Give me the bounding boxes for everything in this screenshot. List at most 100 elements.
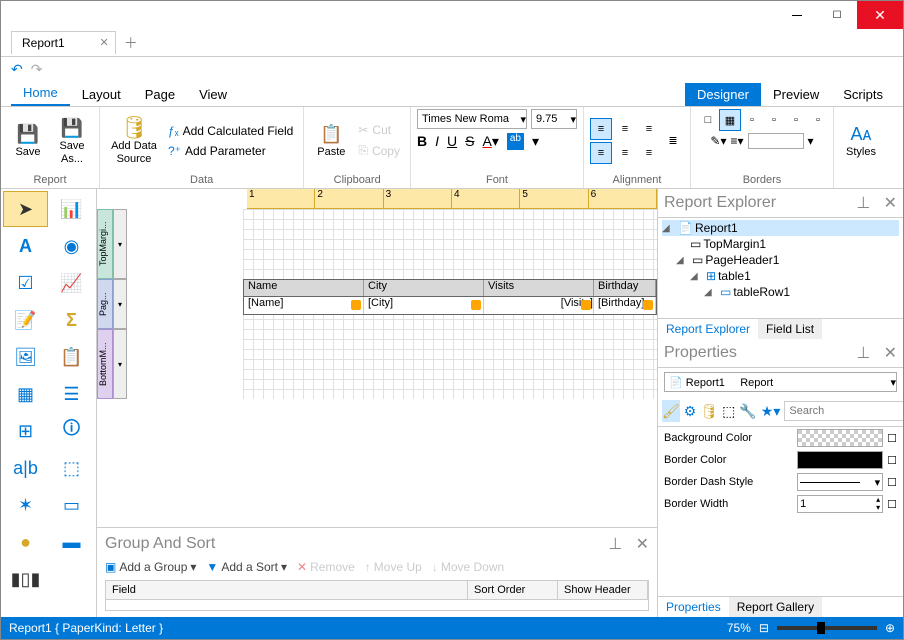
border-style-select[interactable] [748,133,804,149]
styles-button[interactable]: Aᴀ Styles [840,113,882,169]
underline-button[interactable]: U [447,133,457,150]
highlight-button[interactable]: ab [507,133,524,150]
align-bottom-button[interactable]: ≡ [638,142,660,164]
category-data[interactable]: 🛢 [700,400,718,422]
align-top-button[interactable]: ≡ [590,142,612,164]
collapse-toggle[interactable]: ▾ [113,279,127,329]
tool-shape[interactable]: ⬚ [49,450,94,486]
pin-icon[interactable]: ⊥ [856,195,870,212]
reset-checkbox[interactable]: ☐ [887,432,897,445]
favorites-button[interactable]: ★▾ [761,400,781,422]
band-topmargin[interactable]: TopMargi... ▾ [97,209,657,279]
ribbon-tab-layout[interactable]: Layout [70,83,133,106]
border-color-button[interactable]: ✎▾ [710,134,726,148]
tool-richtext[interactable]: 📝 [3,302,48,338]
font-color-button[interactable]: A▾ [482,133,498,150]
reset-checkbox[interactable]: ☐ [887,498,897,511]
zoom-out-button[interactable]: ⊟ [759,621,769,635]
close-icon[interactable]: ✕ [884,345,897,362]
border-width-button[interactable]: ≡▾ [730,134,743,148]
border-all-button[interactable]: ▦ [719,109,741,131]
tool-checkbox[interactable]: ☑ [3,265,48,301]
tab-report-gallery[interactable]: Report Gallery [729,597,822,617]
tab-close-icon[interactable]: ✕ [99,36,108,49]
tree-node-pageheader[interactable]: ◢▭PageHeader1 [662,252,899,268]
dash-select[interactable]: ▾ [797,473,883,491]
color-swatch[interactable] [797,451,883,469]
cut-button[interactable]: ✂ Cut [354,121,404,139]
zoom-in-button[interactable]: ⊕ [885,621,895,635]
tab-report-explorer[interactable]: Report Explorer [658,319,758,339]
design-surface[interactable]: 123456 TopMargi... ▾ Pag... ▾ Name City [97,189,657,527]
align-right-button[interactable]: ≡ [638,118,660,140]
category-misc[interactable]: 🔧 [739,400,756,422]
add-parameter-button[interactable]: ?⁺ Add Parameter [164,142,297,160]
border-l-button[interactable]: ▫ [741,109,763,131]
tool-chart[interactable]: 📊 [49,191,94,227]
object-selector[interactable]: 📄 Report1 Report▾ [664,372,897,392]
tool-crossband[interactable]: ▭ [49,487,94,523]
tree-node-report[interactable]: ◢📄Report1 [662,220,899,236]
tree-node-table[interactable]: ◢⊞table1 [662,268,899,284]
close-icon[interactable]: ✕ [884,195,897,212]
category-behavior[interactable]: ⚙ [684,400,697,422]
tab-report1[interactable]: Report1 ✕ [11,31,116,54]
tree-node-topmargin[interactable]: ▭TopMargin1 [662,236,899,252]
tool-picture[interactable]: 🖼 [3,339,48,375]
tool-label[interactable]: A [3,228,48,264]
border-r-button[interactable]: ▫ [785,109,807,131]
save-button[interactable]: 💾 Save [7,113,49,169]
tool-clipboard[interactable]: 📋 [49,339,94,375]
tab-field-list[interactable]: Field List [758,319,822,339]
band-bottommargin[interactable]: BottomM... ▾ [97,329,657,399]
ribbon-tab-home[interactable]: Home [11,81,70,106]
minimize-button[interactable]: — [777,3,817,27]
color-swatch[interactable] [797,429,883,447]
paste-button[interactable]: 📋 Paste [310,113,352,169]
align-center-button[interactable]: ≡ [614,118,636,140]
table-header-row[interactable]: Name City Visits Birthday [243,279,657,297]
add-calc-field-button[interactable]: ƒₓ Add Calculated Field [164,122,297,140]
tool-info[interactable]: 🛈 [49,413,94,449]
undo-button[interactable]: ↶ [11,61,23,78]
border-t-button[interactable]: ▫ [763,109,785,131]
copy-button[interactable]: ⎘ Copy [354,141,404,160]
category-layout[interactable]: ⬚ [722,400,735,422]
border-b-button[interactable]: ▫ [807,109,829,131]
pin-icon[interactable]: ⊥ [856,345,870,362]
align-left-button[interactable]: ≡ [590,118,612,140]
tree-node-tablerow[interactable]: ◢▭tableRow1 [662,284,899,300]
border-none-button[interactable]: □ [697,109,719,131]
tool-table[interactable]: ⊞ [3,413,48,449]
reset-checkbox[interactable]: ☐ [887,454,897,467]
strike-button[interactable]: S [465,133,474,150]
zoom-slider[interactable] [777,626,877,630]
bold-button[interactable]: B [417,133,427,150]
font-family-select[interactable]: Times New Roma▾ [417,109,527,129]
band-pageheader[interactable]: Pag... ▾ Name City Visits Birthday [Name… [97,279,657,329]
tool-panel[interactable]: ▦ [3,376,48,412]
close-button[interactable]: ✕ [857,1,903,29]
maximize-button[interactable]: ☐ [817,3,857,27]
justify-button[interactable]: ≣ [662,130,684,152]
number-input[interactable]: 1▴▾ [797,495,883,513]
save-as-button[interactable]: 💾 Save As... [51,113,93,169]
tool-line[interactable]: ✶ [3,487,48,523]
tool-sum[interactable]: Σ [49,302,94,338]
properties-search[interactable] [784,401,903,421]
redo-button[interactable]: ↷ [31,61,43,78]
mode-preview[interactable]: Preview [761,83,831,106]
close-icon[interactable]: ✕ [636,536,649,553]
pin-icon[interactable]: ⊥ [608,536,622,553]
align-middle-button[interactable]: ≡ [614,142,636,164]
table-data-row[interactable]: [Name] [City] [Visits] [Birthday] [243,297,657,315]
category-appearance[interactable]: 🖌 [662,400,680,422]
font-size-select[interactable]: 9.75▾ [531,109,577,129]
tool-character[interactable]: a|b [3,450,48,486]
prop-row[interactable]: Border Width 1▴▾ ☐ [658,493,903,515]
prop-row[interactable]: Background Color ☐ [658,427,903,449]
remove-button[interactable]: ✕Remove [297,560,355,574]
add-tab-button[interactable]: ＋ [124,33,138,53]
mode-designer[interactable]: Designer [685,83,761,106]
tool-list[interactable]: ☰ [49,376,94,412]
